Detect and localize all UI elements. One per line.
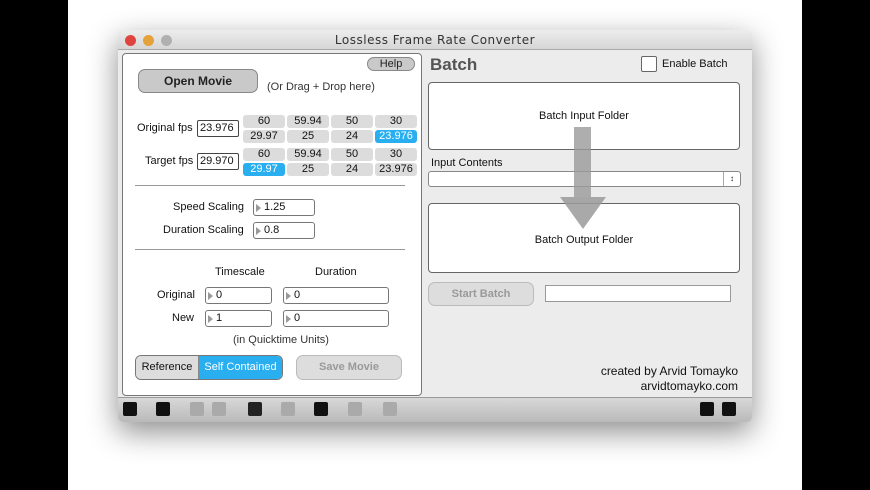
units-note: (in Quicktime Units) [233,334,329,346]
original-fps-preset-button[interactable]: 23.976 [375,130,417,143]
target-fps-preset-button[interactable]: 30 [375,148,417,161]
new-row-label: New [172,312,195,324]
divider [135,249,405,250]
original-fps-preset-button[interactable]: 30 [375,115,417,128]
original-fps-preset-button[interactable]: 29.97 [243,130,285,143]
original-duration-input[interactable]: 0 [283,287,389,304]
settings-icon[interactable] [383,402,397,416]
slider-icon[interactable] [314,402,328,416]
target-fps-preset-button[interactable]: 50 [331,148,373,161]
minimize-button[interactable] [143,35,154,46]
share-icon[interactable] [190,402,204,416]
enable-batch-label: Enable Batch [662,58,728,70]
duration-scaling-label: Duration Scaling [163,224,244,236]
duration-scaling-input[interactable]: 0.8 [253,222,315,239]
close-x-icon[interactable] [212,402,226,416]
input-contents-label: Input Contents [431,157,503,169]
target-fps-preset-button[interactable]: 59.94 [287,148,329,161]
target-fps-preset-button[interactable]: 24 [331,163,373,176]
drag-hint: (Or Drag + Drop here) [267,81,375,93]
zoom-button[interactable] [161,35,172,46]
batch-progress-bar [545,285,731,302]
new-duration-input[interactable]: 0 [283,310,389,327]
title-bar: Lossless Frame Rate Converter [118,30,752,50]
target-fps-label: Target fps [145,155,194,167]
original-timescale-input[interactable]: 0 [205,287,272,304]
window-mode-icon[interactable] [700,402,714,416]
arrow-down-icon [560,127,606,229]
credit-author: created by Arvid Tomayko [600,364,738,378]
enable-batch-checkbox[interactable] [641,56,657,72]
app-window: Lossless Frame Rate Converter Help Open … [118,30,752,422]
original-fps-preset-button[interactable]: 59.94 [287,115,329,128]
save-movie-button[interactable]: Save Movie [296,355,402,380]
close-button[interactable] [125,35,136,46]
speed-scaling-label: Speed Scaling [173,201,244,213]
chevron-updown-icon: ↕ [723,172,740,186]
original-fps-preset-button[interactable]: 50 [331,115,373,128]
help-button[interactable]: Help [367,57,415,71]
info-icon[interactable] [281,402,295,416]
self-contained-mode-button[interactable]: Self Contained [199,356,282,379]
presentation-icon[interactable] [248,402,262,416]
grid-icon[interactable] [348,402,362,416]
timescale-header: Timescale [215,266,265,278]
converter-panel: Help Open Movie (Or Drag + Drop here) Or… [122,53,422,396]
mode-segmented-control: Reference Self Contained [135,355,283,380]
target-fps-preset-button[interactable]: 29.97 [243,163,285,176]
credits: created by Arvid Tomayko arvidtomayko.co… [548,364,738,394]
divider [135,185,405,186]
original-fps-preset-button[interactable]: 60 [243,115,285,128]
batch-title: Batch [430,55,478,74]
speed-scaling-input[interactable]: 1.25 [253,199,315,216]
duration-header: Duration [315,266,357,278]
target-fps-preset-button[interactable]: 25 [287,163,329,176]
new-timescale-input[interactable]: 1 [205,310,272,327]
reference-mode-button[interactable]: Reference [136,356,199,379]
target-fps-preset-button[interactable]: 60 [243,148,285,161]
credit-website[interactable]: arvidtomayko.com [548,379,738,394]
copy-icon[interactable] [156,402,170,416]
original-fps-preset-button[interactable]: 25 [287,130,329,143]
target-fps-input[interactable]: 29.970 [197,153,239,170]
portrait-mode-icon[interactable] [722,402,736,416]
target-fps-preset-button[interactable]: 23.976 [375,163,417,176]
original-fps-preset-button[interactable]: 24 [331,130,373,143]
open-movie-button[interactable]: Open Movie [138,69,258,93]
lock-icon[interactable] [123,402,137,416]
original-fps-input[interactable]: 23.976 [197,120,239,137]
window-title: Lossless Frame Rate Converter [334,33,536,47]
original-fps-label: Original fps [137,122,193,134]
original-row-label: Original [157,289,195,301]
start-batch-button[interactable]: Start Batch [428,282,534,306]
